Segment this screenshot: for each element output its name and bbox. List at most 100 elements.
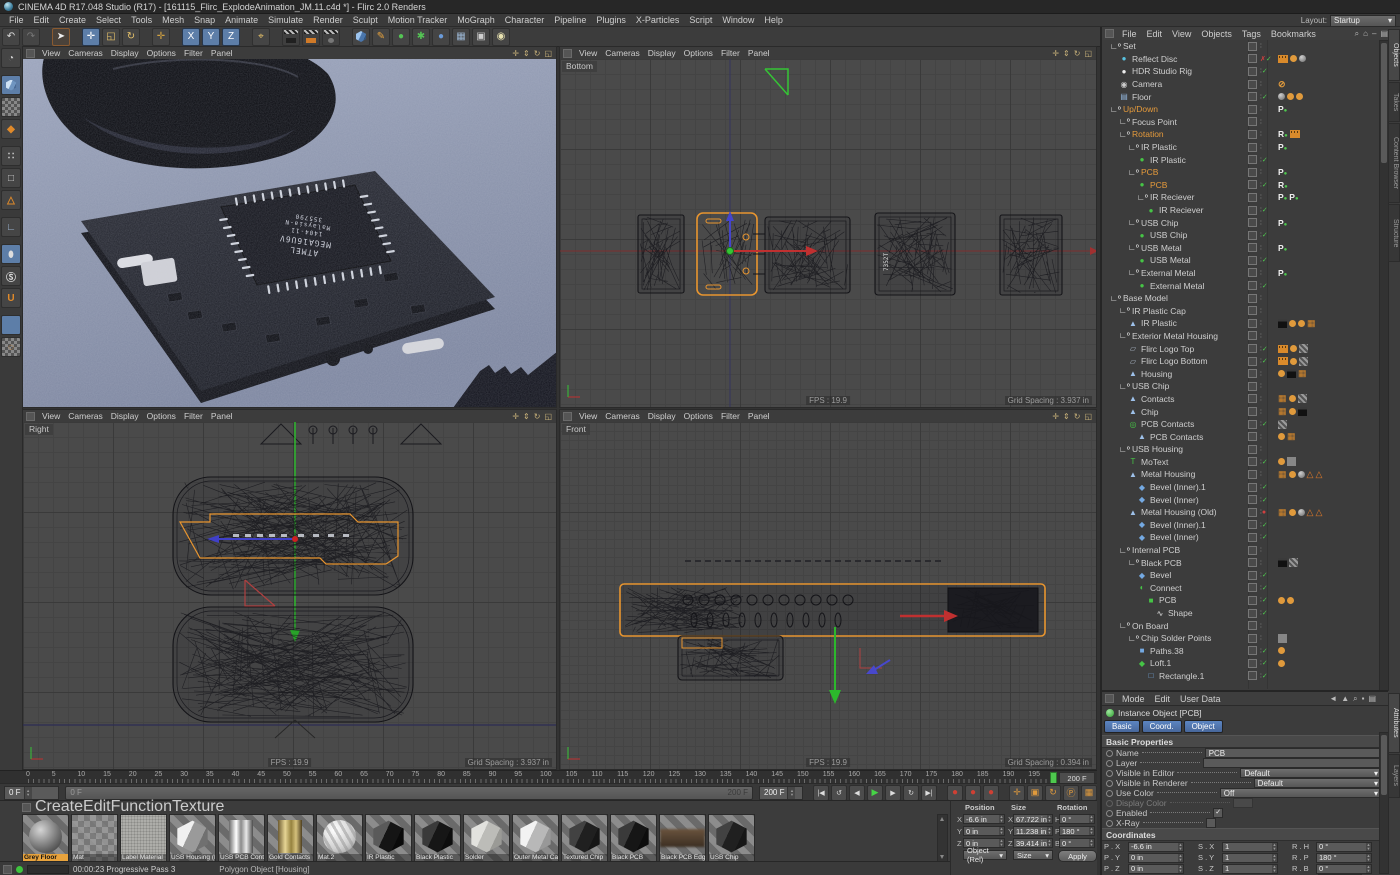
visibility-dots[interactable]: ∶✓ (1260, 571, 1276, 579)
zoom-icon[interactable]: ⇕ (1063, 412, 1070, 421)
tree-item-usb-chip[interactable]: ∟ºUSB Chip∶P● (1102, 216, 1388, 229)
visibility-dots[interactable]: ∶✓ (1260, 609, 1276, 617)
play-forward-button[interactable]: ▶ (867, 785, 883, 801)
vp1-menu-panel[interactable]: Panel (207, 48, 237, 58)
main-menu-snap[interactable]: Snap (189, 15, 220, 25)
stepper-icon[interactable]: ▲▼ (1047, 827, 1052, 835)
layer-toggle[interactable] (1248, 520, 1257, 529)
render-settings-button[interactable] (322, 28, 340, 46)
panel-tab-attributes[interactable]: Attributes (1388, 693, 1400, 753)
texture-tag-icon[interactable] (1299, 357, 1308, 366)
main-menu-character[interactable]: Character (500, 15, 550, 25)
coord-value-field[interactable]: 0 in▲▼ (1128, 853, 1184, 863)
vp2-menu-view[interactable]: View (575, 48, 601, 58)
visibility-dots[interactable]: ∶✓ (1260, 458, 1276, 466)
coord-field[interactable]: -6.6 in▲▼ (963, 814, 1005, 824)
layer-toggle[interactable] (1248, 231, 1257, 240)
tree-item-up-down[interactable]: ∟ºUp/Down∶P● (1102, 103, 1388, 116)
material-tag-icon[interactable] (1298, 320, 1305, 327)
material-label-material[interactable]: Label Material (120, 814, 167, 862)
coord-field[interactable]: 180 °▲▼ (1059, 826, 1095, 836)
keyframe-dot-icon[interactable] (1106, 770, 1113, 777)
main-menu-render[interactable]: Render (308, 15, 348, 25)
keyframe-dot-icon[interactable] (1106, 780, 1113, 787)
phong-tag-icon[interactable]: △ (1307, 507, 1314, 518)
apply-button[interactable]: Apply (1058, 850, 1097, 862)
layer-toggle[interactable] (1248, 294, 1257, 303)
minimize-icon[interactable]: – (1372, 29, 1376, 39)
uvw-tag-icon[interactable]: ▦ (1307, 318, 1316, 329)
protection-tag-icon[interactable]: P● (1278, 243, 1287, 253)
vp3-menu-view[interactable]: View (38, 411, 64, 421)
vp4-menu-cameras[interactable]: Cameras (601, 411, 643, 421)
viewport-right[interactable]: ViewCamerasDisplayOptionsFilterPanel ✛⇕↻… (22, 409, 557, 770)
tree-item-bevel-inner[interactable]: ◆Bevel (Inner)∶✓ (1102, 531, 1388, 544)
lock-icon[interactable]: ▪ (1362, 694, 1365, 704)
layer-toggle[interactable] (1248, 596, 1257, 605)
material-tag-icon[interactable] (1278, 458, 1285, 465)
uvw-tag-icon[interactable]: ▦ (1278, 469, 1287, 480)
tree-item-chip-solder-points[interactable]: ∟ºChip Solder Points∶ (1102, 632, 1388, 645)
texture-mode-button[interactable] (1, 97, 21, 117)
tree-item-shape[interactable]: ∿Shape∶✓ (1102, 607, 1388, 620)
layer-toggle[interactable] (1248, 470, 1257, 479)
protection-tag-icon[interactable]: P● (1278, 104, 1287, 114)
material-black-plastic[interactable]: Black Plastic (414, 814, 461, 862)
vp3-menu-panel[interactable]: Panel (207, 411, 237, 421)
viewport-front[interactable]: ViewCamerasDisplayOptionsFilterPanel ✛⇕↻… (559, 409, 1097, 770)
visibility-dots[interactable]: ∶✓ (1260, 345, 1276, 353)
vp1-menu-display[interactable]: Display (107, 48, 143, 58)
material-black-pcb-edge[interactable]: Black PCB Edge (659, 814, 706, 862)
tree-item-ir-reciever[interactable]: ∟ºIR Reciever∶P●P● (1102, 191, 1388, 204)
vp4-menu-view[interactable]: View (575, 411, 601, 421)
attr-menu-mode[interactable]: Mode (1117, 694, 1150, 704)
coord-value-field[interactable]: 180 °▲▼ (1316, 853, 1372, 863)
material-thumb-icon[interactable] (1278, 558, 1287, 567)
layer-toggle[interactable] (1248, 54, 1257, 63)
material-outer-metal-casi[interactable]: Outer Metal Casi (512, 814, 559, 862)
vp2-menu-display[interactable]: Display (644, 48, 680, 58)
layer-toggle[interactable] (1248, 533, 1257, 542)
live-selection-button[interactable]: ➤ (52, 28, 70, 46)
protection-tag-icon[interactable]: P● (1278, 142, 1287, 152)
om-menu-file[interactable]: File (1117, 29, 1142, 39)
phong-tag-icon[interactable]: △ (1307, 469, 1314, 480)
material-tag-icon[interactable] (1289, 320, 1296, 327)
tree-item-focus-point[interactable]: ∟ºFocus Point∶ (1102, 116, 1388, 129)
orbit-icon[interactable]: ↻ (534, 412, 541, 421)
rotate-button[interactable]: ↻ (122, 28, 140, 46)
coord-value-field[interactable]: -6.6 in▲▼ (1128, 842, 1184, 852)
main-menu-animate[interactable]: Animate (220, 15, 263, 25)
visibility-dots[interactable]: ∶ (1260, 307, 1276, 315)
orbit-icon[interactable]: ↻ (534, 49, 541, 58)
xpresso-tag-icon[interactable]: R● (1278, 180, 1288, 190)
tree-item-usb-chip[interactable]: ∟ºUSB Chip∶ (1102, 380, 1388, 393)
layer-toggle[interactable] (1248, 508, 1257, 517)
layer-toggle[interactable] (1248, 117, 1257, 126)
layer-toggle[interactable] (1248, 92, 1257, 101)
layer-toggle[interactable] (1248, 483, 1257, 492)
panel-icon[interactable] (1105, 29, 1114, 38)
visibility-dots[interactable]: ∶ (1260, 382, 1276, 390)
layer-toggle[interactable] (1248, 407, 1257, 416)
lock-x-button[interactable]: X (182, 28, 200, 46)
primitive-cube-button[interactable] (352, 28, 370, 46)
layer-toggle[interactable] (1248, 281, 1257, 290)
layer-toggle[interactable] (1248, 382, 1257, 391)
front-view[interactable]: Front FPS : 19.9 Grid Spacing : 0.394 in (560, 422, 1096, 769)
uvw-tag-icon[interactable]: ▦ (1278, 393, 1287, 404)
visibility-dots[interactable]: ∶ (1260, 408, 1276, 416)
floor-button[interactable]: ▦ (452, 28, 470, 46)
layer-toggle[interactable] (1248, 671, 1257, 680)
visibility-dots[interactable]: ∶ (1260, 118, 1276, 126)
coord-size-dropdown[interactable]: Size▾ (1013, 850, 1053, 860)
attr-menu-user-data[interactable]: User Data (1175, 694, 1226, 704)
coord-value-field[interactable]: 1▲▼ (1222, 842, 1278, 852)
tree-item-contacts[interactable]: ▲Contacts∶▦ (1102, 393, 1388, 406)
tree-item-chip[interactable]: ▲Chip∶▦ (1102, 405, 1388, 418)
visibility-dots[interactable]: ✗✓ (1260, 55, 1276, 63)
magnet-button[interactable]: U (1, 288, 21, 308)
layer-toggle[interactable] (1248, 105, 1257, 114)
quantize-grid-button[interactable] (1, 315, 21, 335)
stepper-icon[interactable]: ▲▼ (999, 839, 1004, 847)
